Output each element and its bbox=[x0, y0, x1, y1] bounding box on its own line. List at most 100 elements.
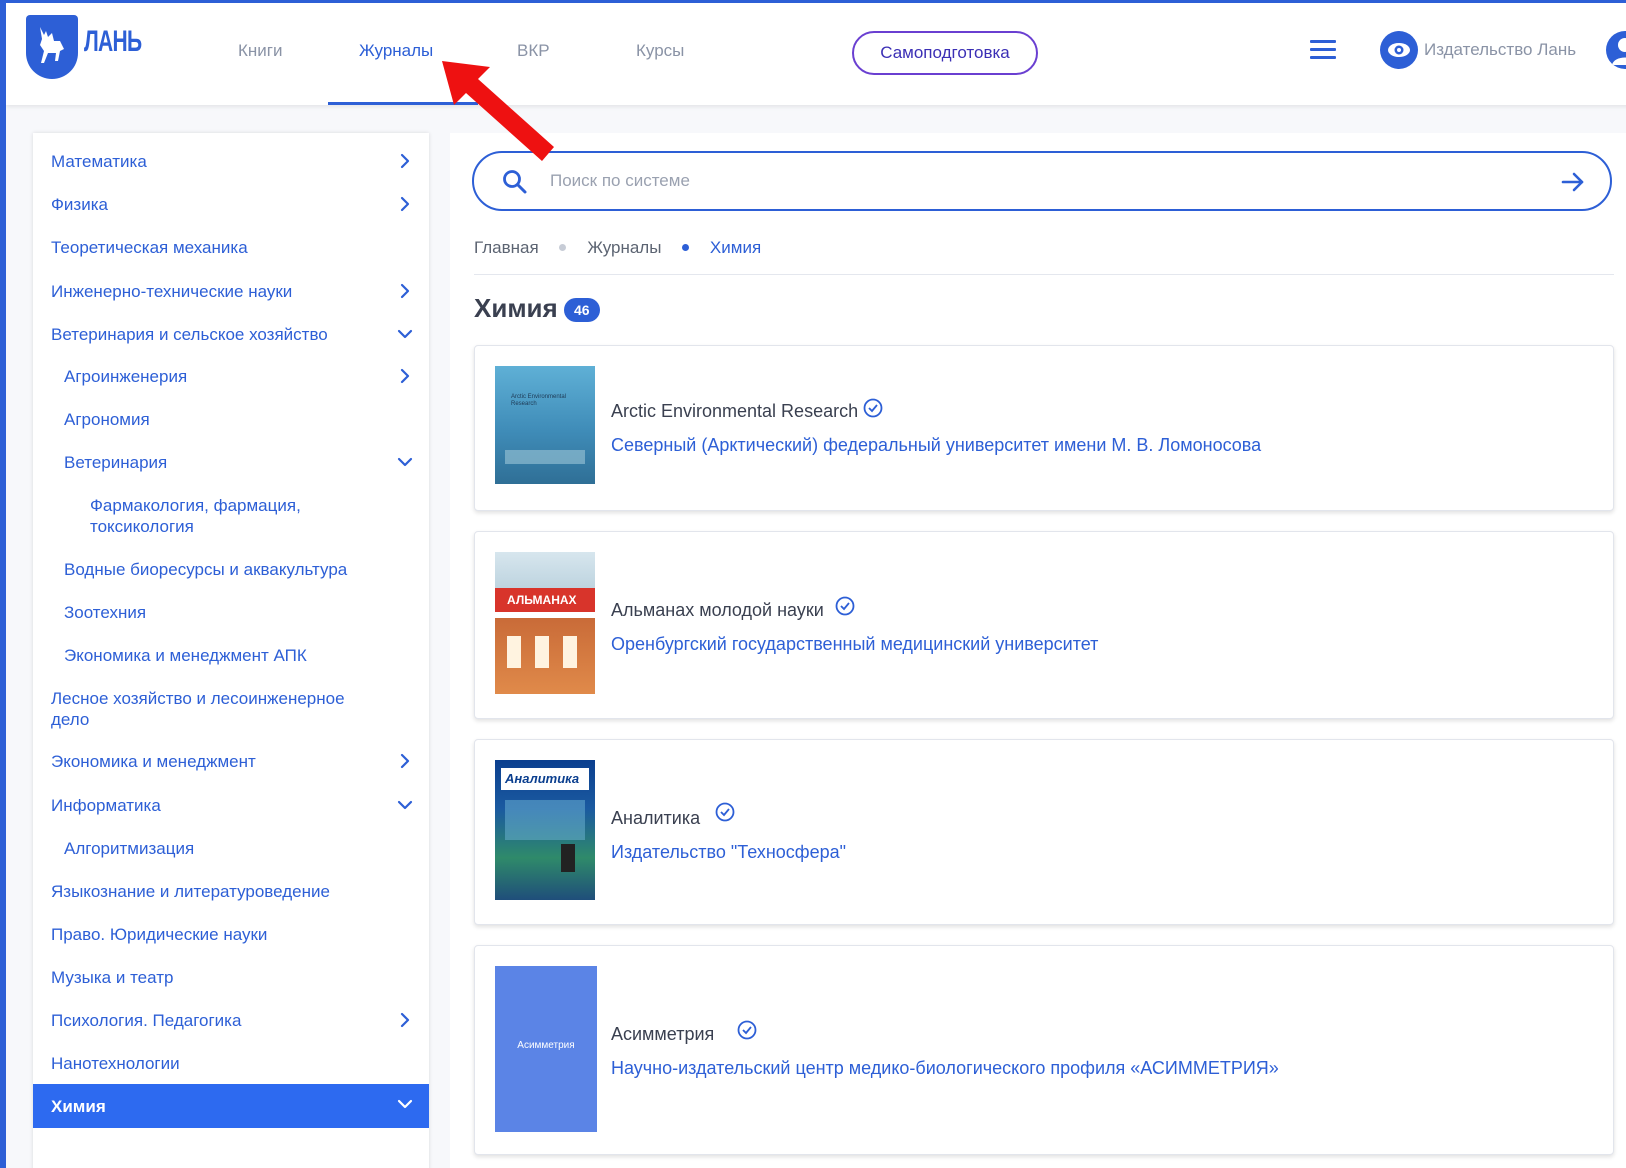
browser-frame: ЛАНЬ Книги Журналы ВКР Курсы Самоподгото… bbox=[0, 0, 1626, 1168]
journal-title[interactable]: Асимметрия bbox=[611, 1024, 714, 1045]
sidebar-item-label: Лесное хозяйство и лесоинженерное дело bbox=[51, 689, 345, 729]
journal-card[interactable]: АЛЬМАНАХ Альманах молодой науки Оренбург… bbox=[474, 531, 1614, 719]
journal-publisher[interactable]: Издательство "Техносфера" bbox=[611, 842, 846, 863]
breadcrumb-journals[interactable]: Журналы bbox=[587, 238, 661, 258]
sidebar-item[interactable]: Инженерно-технические науки bbox=[33, 281, 429, 323]
search-submit-arrow-icon[interactable] bbox=[1560, 169, 1586, 195]
sidebar-item[interactable]: Агроинженерия bbox=[33, 366, 429, 408]
sidebar-item[interactable]: Математика bbox=[33, 151, 429, 193]
cover-title: Аналитика bbox=[501, 768, 589, 790]
sidebar-item-label: Информатика bbox=[51, 796, 161, 815]
sidebar-item[interactable]: Экономика и менеджмент АПК bbox=[33, 645, 429, 687]
chevron-right-icon[interactable] bbox=[395, 1010, 415, 1030]
breadcrumb-separator bbox=[682, 244, 690, 252]
sidebar-item[interactable]: Агрономия bbox=[33, 409, 429, 451]
chevron-down-icon[interactable] bbox=[395, 452, 415, 472]
sidebar-item[interactable]: Языкознание и литературоведение bbox=[33, 881, 429, 923]
user-avatar-icon[interactable] bbox=[1606, 31, 1626, 69]
breadcrumb-separator bbox=[559, 244, 567, 252]
sidebar-item-label: Нанотехнологии bbox=[51, 1054, 180, 1073]
sidebar-item[interactable]: Водные биоресурсы и аквакультура bbox=[33, 559, 429, 601]
sidebar-item-label: Физика bbox=[51, 195, 108, 214]
page-title: Химия bbox=[474, 293, 558, 323]
sidebar-item[interactable]: Фармакология, фармация, токсикология bbox=[33, 495, 429, 537]
sidebar-item-label: Фармакология, фармация, токсикология bbox=[90, 496, 301, 536]
journal-publisher[interactable]: Научно-издательский центр медико-биологи… bbox=[611, 1058, 1279, 1079]
sidebar-item[interactable]: Музыка и театр bbox=[33, 967, 429, 1009]
sidebar-item[interactable]: Право. Юридические науки bbox=[33, 924, 429, 966]
breadcrumb: Главная Журналы Химия bbox=[474, 237, 761, 258]
sidebar-item[interactable]: Экономика и менеджмент bbox=[33, 751, 429, 793]
nav-courses[interactable]: Курсы bbox=[636, 41, 684, 61]
sidebar-item-label: Ветеринария bbox=[64, 453, 168, 472]
sidebar-item[interactable]: Химия bbox=[33, 1084, 429, 1128]
lan-logo[interactable]: ЛАНЬ bbox=[26, 15, 142, 81]
verified-check-icon bbox=[835, 596, 855, 616]
sidebar-item-label: Математика bbox=[51, 152, 147, 171]
search-bar bbox=[472, 151, 1612, 211]
journal-title[interactable]: Arctic Environmental Research bbox=[611, 401, 858, 422]
journal-title[interactable]: Аналитика bbox=[611, 808, 700, 829]
cover-title: Асимметрия bbox=[517, 1040, 575, 1051]
top-header: ЛАНЬ Книги Журналы ВКР Курсы Самоподгото… bbox=[6, 3, 1626, 105]
sidebar-item-label: Психология. Педагогика bbox=[51, 1011, 242, 1030]
journal-title[interactable]: Альманах молодой науки bbox=[611, 600, 824, 621]
sidebar-item-label: Химия bbox=[51, 1097, 106, 1116]
sidebar-item[interactable]: Лесное хозяйство и лесоинженерное дело bbox=[33, 688, 429, 730]
nav-books[interactable]: Книги bbox=[238, 41, 282, 61]
journal-publisher[interactable]: Оренбургский государственный медицинский… bbox=[611, 634, 1098, 655]
sidebar-item[interactable]: Алгоритмизация bbox=[33, 838, 429, 880]
sidebar-item-label: Право. Юридические науки bbox=[51, 925, 268, 944]
sidebar-item-label: Ветеринария и сельское хозяйство bbox=[51, 325, 328, 344]
self-prep-button[interactable]: Самоподготовка bbox=[852, 31, 1038, 75]
nav-journals[interactable]: Журналы bbox=[359, 41, 433, 61]
journal-card[interactable]: Аналитика Аналитика Издательство "Технос… bbox=[474, 739, 1614, 925]
sidebar-item[interactable]: Теоретическая механика bbox=[33, 237, 429, 279]
chevron-down-icon[interactable] bbox=[395, 324, 415, 344]
journal-card[interactable]: Асимметрия Асимметрия Научно-издательски… bbox=[474, 945, 1614, 1155]
deer-logo-icon bbox=[26, 15, 78, 79]
sidebar-item[interactable]: Ветеринария и сельское хозяйство bbox=[33, 324, 429, 366]
sidebar-item[interactable]: Зоотехния bbox=[33, 602, 429, 644]
chevron-right-icon[interactable] bbox=[395, 281, 415, 301]
sidebar-item-label: Зоотехния bbox=[64, 603, 147, 622]
sidebar-item[interactable]: Ветеринария bbox=[33, 452, 429, 494]
sidebar-item[interactable]: Физика bbox=[33, 194, 429, 236]
chevron-down-icon[interactable] bbox=[395, 1094, 415, 1114]
divider bbox=[474, 274, 1614, 275]
sidebar-item-label: Экономика и менеджмент АПК bbox=[64, 646, 307, 665]
journal-cover[interactable]: Аналитика bbox=[495, 760, 595, 900]
journal-publisher[interactable]: Северный (Арктический) федеральный униве… bbox=[611, 435, 1261, 456]
journal-card[interactable]: Arctic Environmental Research Arctic Env… bbox=[474, 345, 1614, 511]
chevron-right-icon[interactable] bbox=[395, 366, 415, 386]
verified-check-icon bbox=[863, 398, 883, 418]
sidebar-item-label: Агрономия bbox=[64, 410, 150, 429]
breadcrumb-home[interactable]: Главная bbox=[474, 238, 539, 258]
sidebar-item-label: Экономика и менеджмент bbox=[51, 752, 256, 771]
search-input[interactable] bbox=[550, 167, 1510, 195]
sidebar-item[interactable]: Информатика bbox=[33, 795, 429, 837]
search-icon[interactable] bbox=[502, 169, 528, 195]
nav-vkr[interactable]: ВКР bbox=[517, 41, 550, 61]
chevron-down-icon[interactable] bbox=[395, 795, 415, 815]
chevron-right-icon[interactable] bbox=[395, 151, 415, 171]
sidebar-item[interactable]: Психология. Педагогика bbox=[33, 1010, 429, 1052]
hamburger-menu-icon[interactable] bbox=[1310, 40, 1336, 60]
category-sidebar: Математика Физика Теоретическая механика Ин… bbox=[33, 133, 429, 1168]
accessibility-eye-icon[interactable] bbox=[1380, 31, 1418, 69]
sidebar-item-label: Агроинженерия bbox=[64, 367, 188, 386]
verified-check-icon bbox=[737, 1020, 757, 1040]
journal-cover[interactable]: АЛЬМАНАХ bbox=[495, 552, 595, 694]
publisher-name[interactable]: Издательство Лань bbox=[1424, 40, 1576, 60]
sidebar-item-label: Алгоритмизация bbox=[64, 839, 195, 858]
cover-title: Arctic Environmental Research bbox=[511, 394, 567, 407]
main-content: Главная Журналы Химия Химия 46 Arctic En… bbox=[450, 133, 1626, 1168]
chevron-right-icon[interactable] bbox=[395, 194, 415, 214]
logo-wordmark: ЛАНЬ bbox=[84, 25, 142, 58]
chevron-right-icon[interactable] bbox=[395, 751, 415, 771]
journal-cover[interactable]: Arctic Environmental Research bbox=[495, 366, 595, 484]
sidebar-item-label: Теоретическая механика bbox=[51, 238, 248, 257]
annotation-arrow-icon bbox=[442, 61, 554, 161]
sidebar-item-label: Водные биоресурсы и аквакультура bbox=[64, 560, 348, 579]
journal-cover[interactable]: Асимметрия bbox=[495, 966, 597, 1132]
